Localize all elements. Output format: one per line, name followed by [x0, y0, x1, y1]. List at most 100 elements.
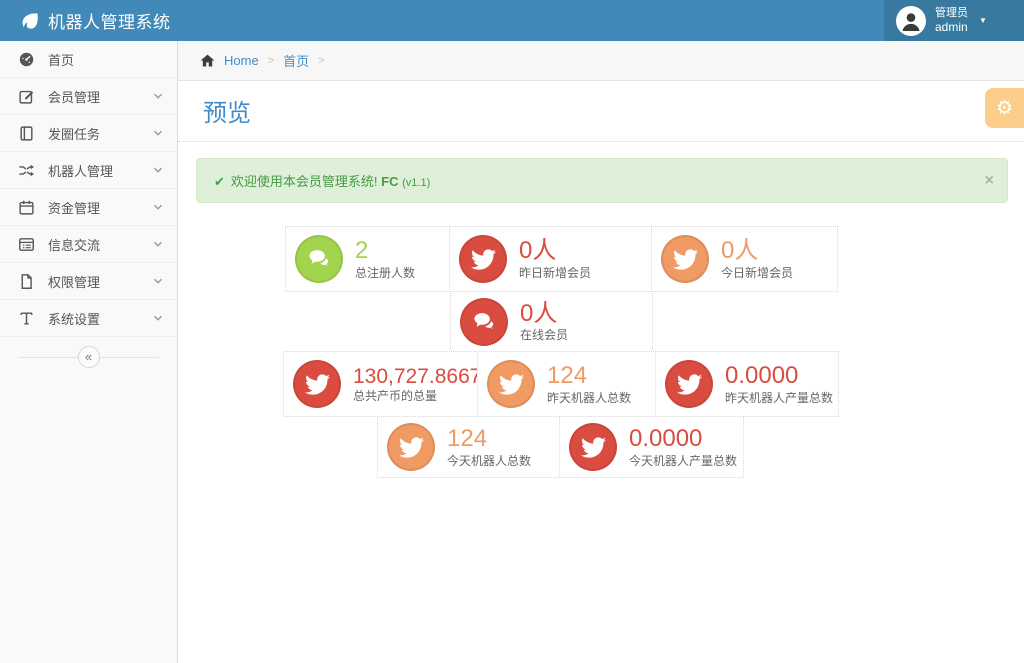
stat-value: 124: [447, 426, 531, 452]
comments-icon: [460, 298, 508, 346]
sidebar-item-members[interactable]: 会员管理: [0, 78, 177, 115]
stats-row: 130,727.8667 总共产币的总量 124 昨天机器人总数: [283, 351, 1024, 417]
sidebar-item-label: 权限管理: [48, 272, 151, 291]
alert-message: 欢迎使用本会员管理系统!: [231, 174, 378, 189]
edit-icon: [18, 88, 35, 105]
close-icon[interactable]: ×: [985, 173, 994, 189]
stat-label: 在线会员: [520, 329, 568, 342]
avatar: [896, 6, 926, 36]
shuffle-icon: [18, 162, 35, 179]
stat-value: 0人: [721, 238, 793, 264]
main-content: Home > 首页 > 预览 ⚙ ✔ 欢迎使用本会员管理系统! FC (v1.1)…: [178, 41, 1024, 663]
dashboard-icon: [18, 51, 35, 68]
sidebar-item-funds[interactable]: 资金管理: [0, 189, 177, 226]
text-icon: [18, 310, 35, 327]
sidebar-item-label: 资金管理: [48, 198, 151, 217]
sidebar-item-tasks[interactable]: 发圈任务: [0, 115, 177, 152]
chevron-down-icon: [151, 311, 165, 325]
stat-value: 0.0000: [629, 426, 737, 452]
user-menu[interactable]: 管理员 admin ▼: [884, 0, 1024, 41]
stat-label: 总注册人数: [355, 267, 415, 280]
sidebar: 首页 会员管理 发圈任务: [0, 41, 178, 663]
chevron-down-icon: [151, 237, 165, 251]
stat-label: 今天机器人产量总数: [629, 455, 737, 468]
leaf-icon: [20, 11, 40, 31]
user-role: 管理员: [935, 7, 968, 20]
user-name: admin: [935, 20, 968, 34]
stats-row: 124 今天机器人总数 0.0000 今天机器人产量总数: [377, 416, 1024, 478]
chevron-down-icon: [151, 200, 165, 214]
book-icon: [18, 125, 35, 142]
sidebar-item-label: 信息交流: [48, 235, 151, 254]
gear-icon[interactable]: ⚙: [985, 88, 1024, 128]
breadcrumb-separator: >: [268, 55, 274, 67]
sidebar-collapse-row: «: [0, 341, 177, 373]
stat-label: 昨天机器人产量总数: [725, 392, 833, 405]
chevron-down-icon: [151, 89, 165, 103]
twitter-icon: [569, 423, 617, 471]
stat-label: 昨日新增会员: [519, 267, 591, 280]
stat-value: 130,727.8667: [353, 365, 477, 388]
comments-icon: [295, 235, 343, 283]
twitter-icon: [459, 235, 507, 283]
stat-card-yesterday-robots: 124 昨天机器人总数: [477, 351, 656, 417]
stat-card-today-new-members: 0人 今日新增会员: [651, 226, 838, 292]
list-icon: [18, 236, 35, 253]
breadcrumb: Home > 首页 >: [178, 41, 1024, 81]
stat-card-online-members: 0人 在线会员: [450, 291, 653, 352]
stat-card-total-coins: 130,727.8667 总共产币的总量: [283, 351, 478, 417]
chevron-down-icon: [151, 163, 165, 177]
twitter-icon: [293, 360, 341, 408]
check-icon: ✔: [214, 174, 225, 189]
collapse-icon[interactable]: «: [78, 346, 100, 368]
sidebar-item-messages[interactable]: 信息交流: [0, 226, 177, 263]
calendar-icon: [18, 199, 35, 216]
sidebar-item-settings[interactable]: 系统设置: [0, 300, 177, 337]
stat-card-total-registered: 2 总注册人数: [285, 226, 450, 292]
twitter-icon: [387, 423, 435, 471]
top-bar: 机器人管理系统 管理员 admin ▼: [0, 0, 1024, 41]
chevron-down-icon: [151, 126, 165, 140]
stat-label: 今天机器人总数: [447, 455, 531, 468]
user-info: 管理员 admin: [935, 7, 968, 35]
stat-value: 0人: [520, 301, 568, 327]
sidebar-item-permissions[interactable]: 权限管理: [0, 263, 177, 300]
alert-version: (v1.1): [402, 177, 430, 189]
stat-label: 总共产币的总量: [353, 390, 477, 403]
breadcrumb-separator: >: [318, 55, 324, 67]
stat-value: 124: [547, 363, 631, 389]
stat-label: 今日新增会员: [721, 267, 793, 280]
breadcrumb-home[interactable]: Home: [224, 53, 259, 68]
stat-card-yesterday-robot-output: 0.0000 昨天机器人产量总数: [655, 351, 839, 417]
stats-row: 2 总注册人数 0人 昨日新增会员: [285, 226, 1024, 292]
page-title: 预览: [203, 93, 999, 128]
sidebar-item-label: 首页: [48, 50, 165, 69]
home-icon: [200, 53, 215, 68]
twitter-icon: [661, 235, 709, 283]
breadcrumb-current[interactable]: 首页: [283, 51, 309, 70]
caret-down-icon: ▼: [979, 16, 987, 25]
sidebar-item-label: 系统设置: [48, 309, 151, 328]
sidebar-item-label: 机器人管理: [48, 161, 151, 180]
stat-value: 2: [355, 238, 415, 264]
file-icon: [18, 273, 35, 290]
app-logo: 机器人管理系统: [0, 0, 185, 41]
stats-grid: 2 总注册人数 0人 昨日新增会员: [178, 226, 1024, 478]
chevron-down-icon: [151, 274, 165, 288]
stat-card-today-robot-output: 0.0000 今天机器人产量总数: [559, 416, 744, 478]
sidebar-item-home[interactable]: 首页: [0, 41, 177, 78]
sidebar-item-robots[interactable]: 机器人管理: [0, 152, 177, 189]
twitter-icon: [487, 360, 535, 408]
page-header: 预览: [178, 81, 1024, 142]
sidebar-item-label: 发圈任务: [48, 124, 151, 143]
stat-value: 0.0000: [725, 363, 833, 389]
stat-card-today-robots: 124 今天机器人总数: [377, 416, 560, 478]
app-window: 机器人管理系统 管理员 admin ▼ 首页: [0, 0, 1024, 663]
alert-brand: FC: [381, 174, 398, 189]
stat-label: 昨天机器人总数: [547, 392, 631, 405]
stat-card-yesterday-new-members: 0人 昨日新增会员: [449, 226, 652, 292]
sidebar-item-label: 会员管理: [48, 87, 151, 106]
stat-value: 0人: [519, 238, 591, 264]
welcome-alert: ✔ 欢迎使用本会员管理系统! FC (v1.1) ×: [196, 158, 1008, 203]
app-title: 机器人管理系统: [48, 8, 171, 33]
